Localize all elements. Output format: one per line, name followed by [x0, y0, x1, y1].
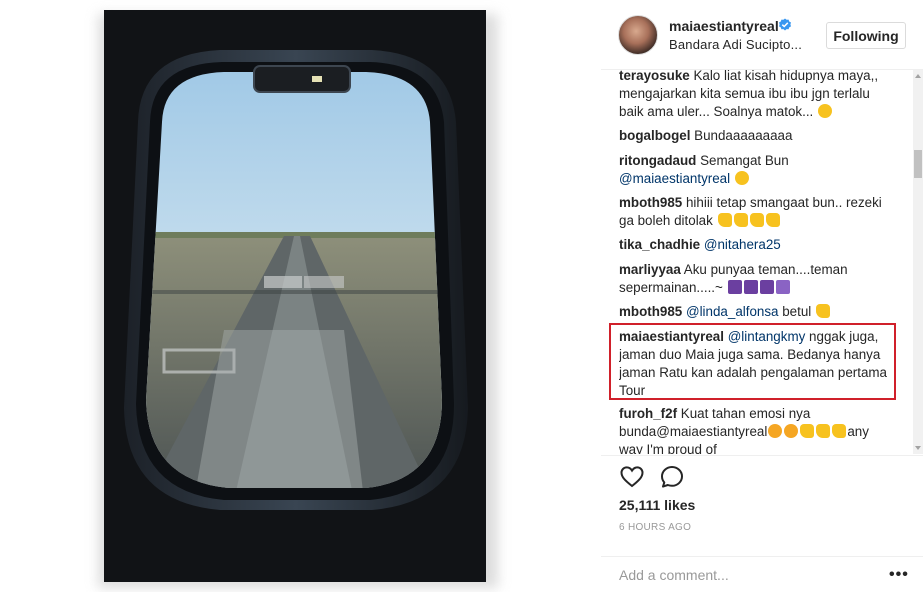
post-timestamp[interactable]: 6 HOURS AGO [619, 522, 691, 533]
following-button[interactable]: Following [826, 22, 906, 49]
comment-bubble-icon[interactable] [659, 464, 685, 490]
flexed-biceps-emoji-icon [816, 424, 831, 438]
comment-username[interactable]: mboth985 [619, 304, 682, 319]
flexed-biceps-emoji-icon [749, 213, 764, 227]
thumbs-up-emoji-icon [816, 304, 831, 318]
heart-icon[interactable] [619, 464, 645, 490]
music-note-emoji-icon [775, 280, 790, 294]
flexed-biceps-emoji-icon [765, 213, 780, 227]
comment-text: betul [782, 304, 812, 319]
comment-item: terayosuke Kalo liat kisah hidupnya maya… [619, 70, 894, 121]
comment-item: furoh_f2f Kuat tahan emosi nya bunda@mai… [619, 405, 894, 454]
comment-username[interactable]: marliyyaa [619, 262, 681, 277]
post-photo-area [0, 0, 600, 592]
comment-username[interactable]: terayosuke [619, 70, 690, 83]
grinning-emoji-icon [818, 104, 832, 118]
comment-item: mboth985 @linda_alfonsa betul [619, 303, 894, 321]
scroll-up-arrow-icon[interactable] [913, 72, 923, 80]
flexed-biceps-emoji-icon [717, 213, 732, 227]
comment-text: Semangat Bun [700, 153, 789, 168]
music-notes-emoji-icon [743, 280, 758, 294]
more-options-icon[interactable]: ••• [889, 566, 909, 584]
post-actions: 25,111 likes 6 HOURS AGO ••• [601, 455, 923, 592]
scrollbar-thumb[interactable] [914, 150, 922, 178]
comment-item: marliyyaa Aku punyaa teman....teman sepe… [619, 261, 894, 297]
comment-username[interactable]: ritongadaud [619, 153, 696, 168]
post-image[interactable] [104, 10, 486, 582]
comment-mention[interactable]: @maiaestiantyreal [619, 171, 730, 186]
comment-mention[interactable]: @linda_alfonsa [686, 304, 779, 319]
flexed-biceps-emoji-icon [733, 213, 748, 227]
highlight-annotation-box [609, 323, 896, 400]
comment-text: Bundaaaaaaaaa [694, 128, 793, 143]
post-side-panel: maiaestiantyreal Bandara Adi Sucipto... … [601, 0, 923, 592]
comment-item: mboth985 hihiii tetap smangaat bun.. rez… [619, 194, 894, 230]
add-comment-input[interactable] [619, 564, 869, 586]
music-notes-emoji-icon [727, 280, 742, 294]
post-header: maiaestiantyreal Bandara Adi Sucipto... … [601, 0, 923, 70]
comment-item: bogalbogel Bundaaaaaaaaa [619, 127, 894, 145]
comments-scrollbar[interactable] [913, 70, 923, 454]
kissing-face-emoji-icon [768, 424, 783, 438]
post-location[interactable]: Bandara Adi Sucipto... [669, 37, 802, 52]
avatar[interactable] [618, 15, 658, 55]
comment-username[interactable]: furoh_f2f [619, 406, 677, 421]
add-comment-section: ••• [601, 556, 923, 592]
flexed-biceps-emoji-icon [800, 424, 815, 438]
comment-mention[interactable]: @nitahera25 [704, 237, 781, 252]
comment-item: ritongadaud Semangat Bun @maiaestiantyre… [619, 152, 894, 188]
comment-item: tika_chadhie @nitahera25 [619, 236, 894, 254]
smile-emoji-icon [734, 171, 749, 185]
music-notes-emoji-icon [759, 280, 774, 294]
scroll-down-arrow-icon[interactable] [913, 444, 923, 452]
comment-username[interactable]: mboth985 [619, 195, 682, 210]
header-username[interactable]: maiaestiantyreal [669, 18, 779, 34]
comment-username[interactable]: tika_chadhie [619, 237, 700, 252]
verified-badge-icon [779, 18, 791, 31]
comment-username[interactable]: bogalbogel [619, 128, 690, 143]
thumbs-up-emoji-icon [832, 424, 847, 438]
airplane-window-illustration [104, 10, 486, 582]
likes-count[interactable]: 25,111 likes [619, 497, 695, 513]
kissing-face-emoji-icon [784, 424, 799, 438]
